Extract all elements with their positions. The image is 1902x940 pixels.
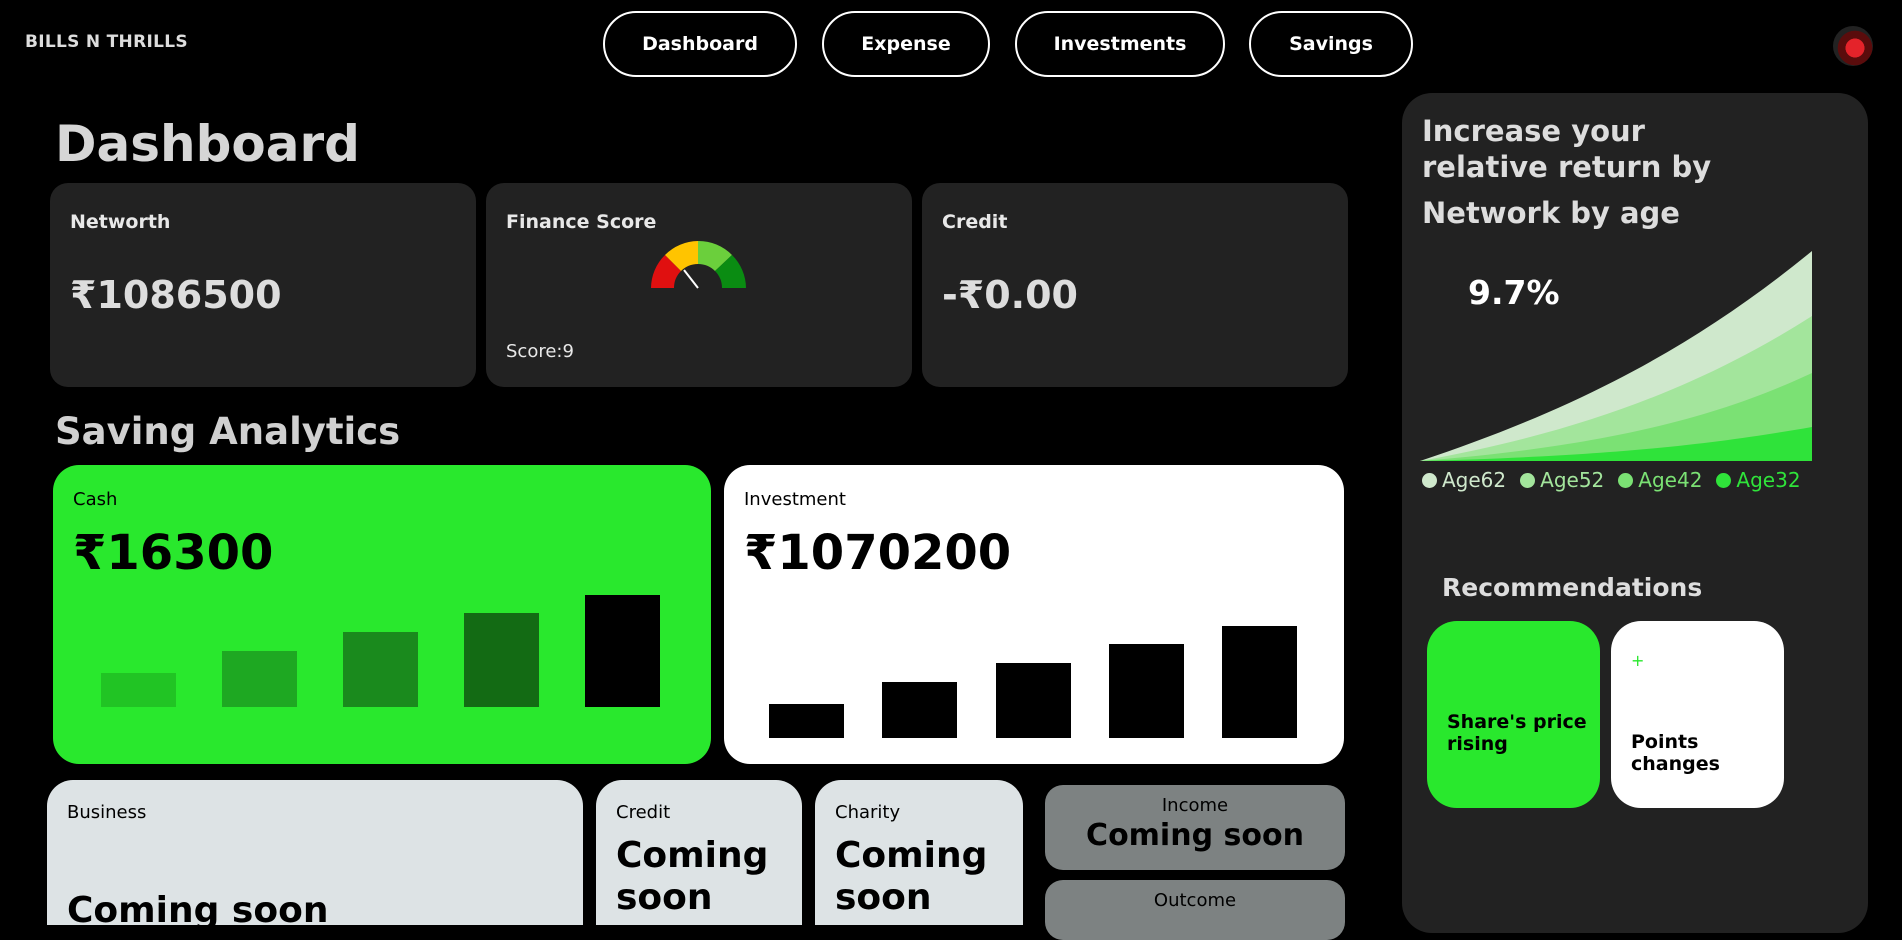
- investment-bars: [769, 626, 1309, 738]
- business-label: Business: [67, 802, 147, 823]
- plus-icon: +: [1631, 651, 1645, 670]
- credit-coming-card: Credit Coming soon: [596, 780, 802, 925]
- cash-bars: [101, 595, 661, 707]
- charity-line2: soon: [835, 877, 932, 918]
- nav-dashboard-button[interactable]: Dashboard: [603, 11, 797, 77]
- income-pill: Income Coming soon: [1045, 785, 1345, 870]
- side-panel: Increase your relative return by Network…: [1402, 93, 1868, 933]
- investment-bar: [1109, 644, 1184, 738]
- chart-legend: Age62 Age52 Age42 Age32: [1422, 468, 1801, 492]
- page-title: Dashboard: [55, 115, 360, 173]
- credit-coming-label: Credit: [616, 802, 671, 823]
- networth-value: ₹1086500: [70, 273, 282, 317]
- cash-bar: [222, 651, 297, 707]
- relative-return-percent: 9.7%: [1468, 273, 1560, 312]
- investment-label: Investment: [744, 489, 846, 510]
- outcome-pill: Outcome: [1045, 880, 1345, 940]
- cash-label: Cash: [73, 489, 118, 510]
- recommendations-title: Recommendations: [1442, 573, 1703, 602]
- side-panel-title: Increase your relative return by: [1422, 114, 1712, 184]
- income-value: Coming soon: [1086, 818, 1304, 853]
- recommendation-points[interactable]: + Points changes: [1611, 621, 1784, 808]
- legend-item-age32: Age32: [1716, 468, 1801, 492]
- credit-card: Credit -₹0.00: [922, 183, 1348, 387]
- business-value: Coming soon: [67, 890, 329, 925]
- recommendation-share-price-text: Share's price rising: [1447, 711, 1587, 755]
- recommendation-points-text: Points changes: [1631, 731, 1720, 775]
- saving-analytics-title: Saving Analytics: [55, 410, 401, 453]
- brand-logo-text: BILLS N THRILLS: [25, 32, 188, 52]
- charity-label: Charity: [835, 802, 901, 823]
- user-avatar[interactable]: [1833, 26, 1873, 66]
- credit-label: Credit: [942, 211, 1008, 233]
- nav-savings-button[interactable]: Savings: [1249, 11, 1413, 77]
- networth-card: Networth ₹1086500: [50, 183, 476, 387]
- cash-value: ₹16300: [73, 525, 274, 581]
- outcome-label: Outcome: [1153, 890, 1237, 911]
- investment-bar: [769, 704, 844, 738]
- investment-card: Investment ₹1070200: [724, 465, 1344, 764]
- investment-value: ₹1070200: [744, 525, 1012, 581]
- income-label: Income: [1161, 795, 1229, 816]
- finance-score-card: Finance Score Score:9: [486, 183, 912, 387]
- cash-card: Cash ₹16300: [53, 465, 711, 764]
- credit-coming-line1: Coming: [616, 835, 769, 876]
- legend-item-age62: Age62: [1422, 468, 1506, 492]
- legend-item-age52: Age52: [1520, 468, 1604, 492]
- side-panel-subtitle: Network by age: [1422, 196, 1680, 230]
- finance-score-gauge-icon: [651, 240, 746, 289]
- credit-value: -₹0.00: [942, 273, 1078, 317]
- nav-investments-button[interactable]: Investments: [1015, 11, 1225, 77]
- recommendation-share-price[interactable]: Share's price rising: [1427, 621, 1600, 808]
- credit-coming-line2: soon: [616, 877, 713, 918]
- finance-score-value: Score:9: [506, 341, 574, 362]
- networth-label: Networth: [70, 211, 171, 233]
- charity-line1: Coming: [835, 835, 988, 876]
- business-card: Business Coming soon: [47, 780, 583, 925]
- finance-score-label: Finance Score: [506, 211, 657, 233]
- investment-bar: [996, 663, 1071, 738]
- nav-expense-button[interactable]: Expense: [822, 11, 990, 77]
- charity-card: Charity Coming soon: [815, 780, 1023, 925]
- legend-item-age42: Age42: [1618, 468, 1702, 492]
- investment-bar: [882, 682, 957, 738]
- cash-bar: [464, 613, 539, 707]
- cash-bar: [101, 673, 176, 707]
- investment-bar: [1222, 626, 1297, 738]
- cash-bar: [343, 632, 418, 707]
- cash-bar: [585, 595, 660, 707]
